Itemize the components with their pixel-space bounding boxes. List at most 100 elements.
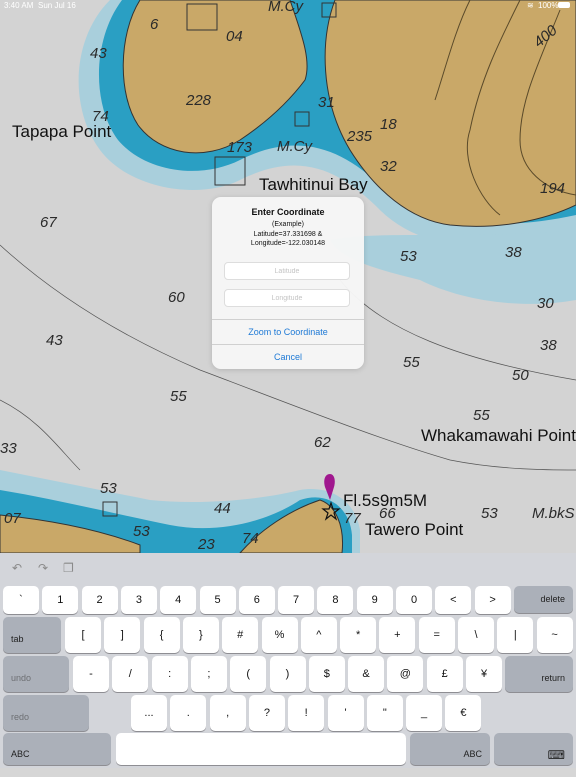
keyboard-key[interactable]: & (348, 656, 385, 692)
keyboard-key[interactable]: ^ (300, 617, 337, 653)
place-label-tawero-point: Tawero Point (365, 520, 464, 539)
return-key[interactable]: return (505, 656, 573, 692)
keyboard-key[interactable]: ~ (536, 617, 573, 653)
depth-sounding: 66 (379, 505, 396, 522)
keyboard-key[interactable]: " (366, 695, 403, 731)
keyboard-key[interactable]: 1 (42, 586, 79, 614)
keyboard-key[interactable]: ' (327, 695, 364, 731)
depth-sounding: 33 (0, 440, 17, 457)
keyboard-key[interactable]: 2 (81, 586, 118, 614)
depth-sounding: 30 (537, 295, 554, 312)
keyboard-key[interactable]: 4 (160, 586, 197, 614)
status-bar: 3:40 AM Sun Jul 16 ≋ 100% (0, 0, 576, 12)
keyboard-key[interactable]: * (340, 617, 377, 653)
depth-sounding: 55 (403, 354, 420, 371)
keyboard-key[interactable]: ; (190, 656, 227, 692)
keyboard-key[interactable]: % (261, 617, 298, 653)
keyboard-key[interactable]: , (209, 695, 246, 731)
keyboard-key[interactable]: ] (104, 617, 141, 653)
abc-key-left[interactable]: ABC (3, 733, 111, 765)
keyboard-key[interactable]: 9 (356, 586, 393, 614)
keyboard-key[interactable]: ` (3, 586, 39, 614)
depth-sounding: 53 (100, 480, 117, 497)
keyboard-key[interactable]: _ (406, 695, 443, 731)
cancel-button[interactable]: Cancel (212, 344, 364, 369)
enter-coordinate-dialog: Enter Coordinate (Example) Latitude=37.3… (212, 197, 364, 369)
depth-sounding: 67 (40, 214, 57, 231)
redo-key[interactable]: redo (3, 695, 89, 731)
keyboard-key[interactable]: : (151, 656, 188, 692)
depth-sounding: 18 (380, 116, 397, 133)
keyboard-key[interactable]: { (143, 617, 180, 653)
space-bar[interactable] (116, 733, 406, 765)
status-battery: 100% (538, 1, 559, 10)
tab-key[interactable]: tab (3, 617, 61, 653)
feature-label: M.bkS (532, 505, 575, 522)
depth-sounding: 50 (512, 367, 529, 384)
depth-sounding: 32 (380, 158, 397, 175)
keyboard-key[interactable]: ( (230, 656, 267, 692)
paste-icon[interactable]: ❐ (63, 561, 74, 575)
keyboard-key[interactable]: # (222, 617, 259, 653)
depth-sounding: 60 (168, 289, 185, 306)
keyboard-key[interactable]: @ (387, 656, 424, 692)
depth-sounding: 04 (226, 28, 243, 45)
undo-key[interactable]: undo (3, 656, 69, 692)
keyboard-key[interactable]: 0 (396, 586, 432, 614)
keyboard-key[interactable]: ... (131, 695, 167, 731)
keyboard-key[interactable]: \ (458, 617, 494, 653)
longitude-input[interactable] (224, 289, 350, 307)
depth-sounding: 74 (92, 108, 109, 125)
undo-icon[interactable]: ↶ (12, 561, 22, 575)
depth-sounding: 23 (198, 536, 215, 553)
keyboard-key[interactable]: 7 (278, 586, 315, 614)
depth-sounding: 44 (214, 500, 231, 517)
keyboard-key[interactable]: / (112, 656, 149, 692)
abc-key-right[interactable]: ABC (410, 733, 490, 765)
keyboard-key[interactable]: £ (426, 656, 463, 692)
software-keyboard: ↶ ↷ ❐ ` 1 2 3 4 5 6 7 8 9 0 < > delete tab []{} #% ^ * +… (0, 553, 576, 768)
depth-sounding: 194 (540, 180, 566, 197)
wifi-icon: ≋ (527, 1, 534, 10)
place-label-tapapa-point: Tapapa Point (12, 122, 112, 141)
keyboard-key[interactable]: [ (65, 617, 101, 653)
keyboard-key[interactable]: + (379, 617, 416, 653)
latitude-input[interactable] (224, 262, 350, 280)
keyboard-key[interactable]: . (170, 695, 207, 731)
delete-key[interactable]: delete (514, 586, 573, 613)
keyboard-key[interactable]: - (73, 656, 109, 692)
keyboard-key[interactable]: | (497, 617, 534, 653)
depth-sounding: 53 (133, 523, 150, 540)
keyboard-key[interactable]: 6 (238, 586, 275, 614)
keyboard-key[interactable]: 3 (120, 586, 157, 614)
dialog-example-longitude: Longitude=-122.030148 (250, 240, 326, 247)
status-time: 3:40 AM (4, 1, 34, 10)
keyboard-key[interactable]: ? (248, 695, 285, 731)
depth-sounding: 173 (227, 139, 253, 156)
keyboard-key[interactable]: ¥ (466, 656, 502, 692)
depth-sounding: 38 (505, 244, 522, 261)
keyboard-dismiss-icon[interactable]: ⌨ (494, 733, 573, 765)
keyboard-key[interactable]: ! (288, 695, 325, 731)
depth-sounding: 62 (314, 434, 331, 451)
keyboard-key[interactable]: 8 (317, 586, 354, 614)
status-date: Sun Jul 16 (38, 1, 76, 10)
place-label-tawhitinui-bay: Tawhitinui Bay (259, 175, 368, 194)
keyboard-key[interactable]: € (445, 695, 482, 731)
depth-sounding: 53 (481, 505, 498, 522)
dialog-message: (Example) Latitude=37.331698 & Longitude… (216, 220, 360, 249)
keyboard-key[interactable]: < (435, 586, 472, 614)
keyboard-key[interactable]: > (474, 586, 511, 614)
keyboard-key[interactable]: = (418, 617, 455, 653)
keyboard-key[interactable]: ) (269, 656, 306, 692)
zoom-to-coordinate-button[interactable]: Zoom to Coordinate (212, 319, 364, 344)
keyboard-key[interactable]: 5 (199, 586, 236, 614)
keyboard-key[interactable]: } (182, 617, 219, 653)
dialog-example-heading: (Example) (272, 221, 304, 228)
keyboard-key[interactable]: $ (308, 656, 345, 692)
depth-sounding: 07 (4, 510, 21, 527)
redo-icon[interactable]: ↷ (38, 561, 48, 575)
depth-sounding: 55 (170, 388, 187, 405)
depth-sounding: 43 (46, 332, 63, 349)
depth-sounding: 77 (344, 510, 361, 527)
